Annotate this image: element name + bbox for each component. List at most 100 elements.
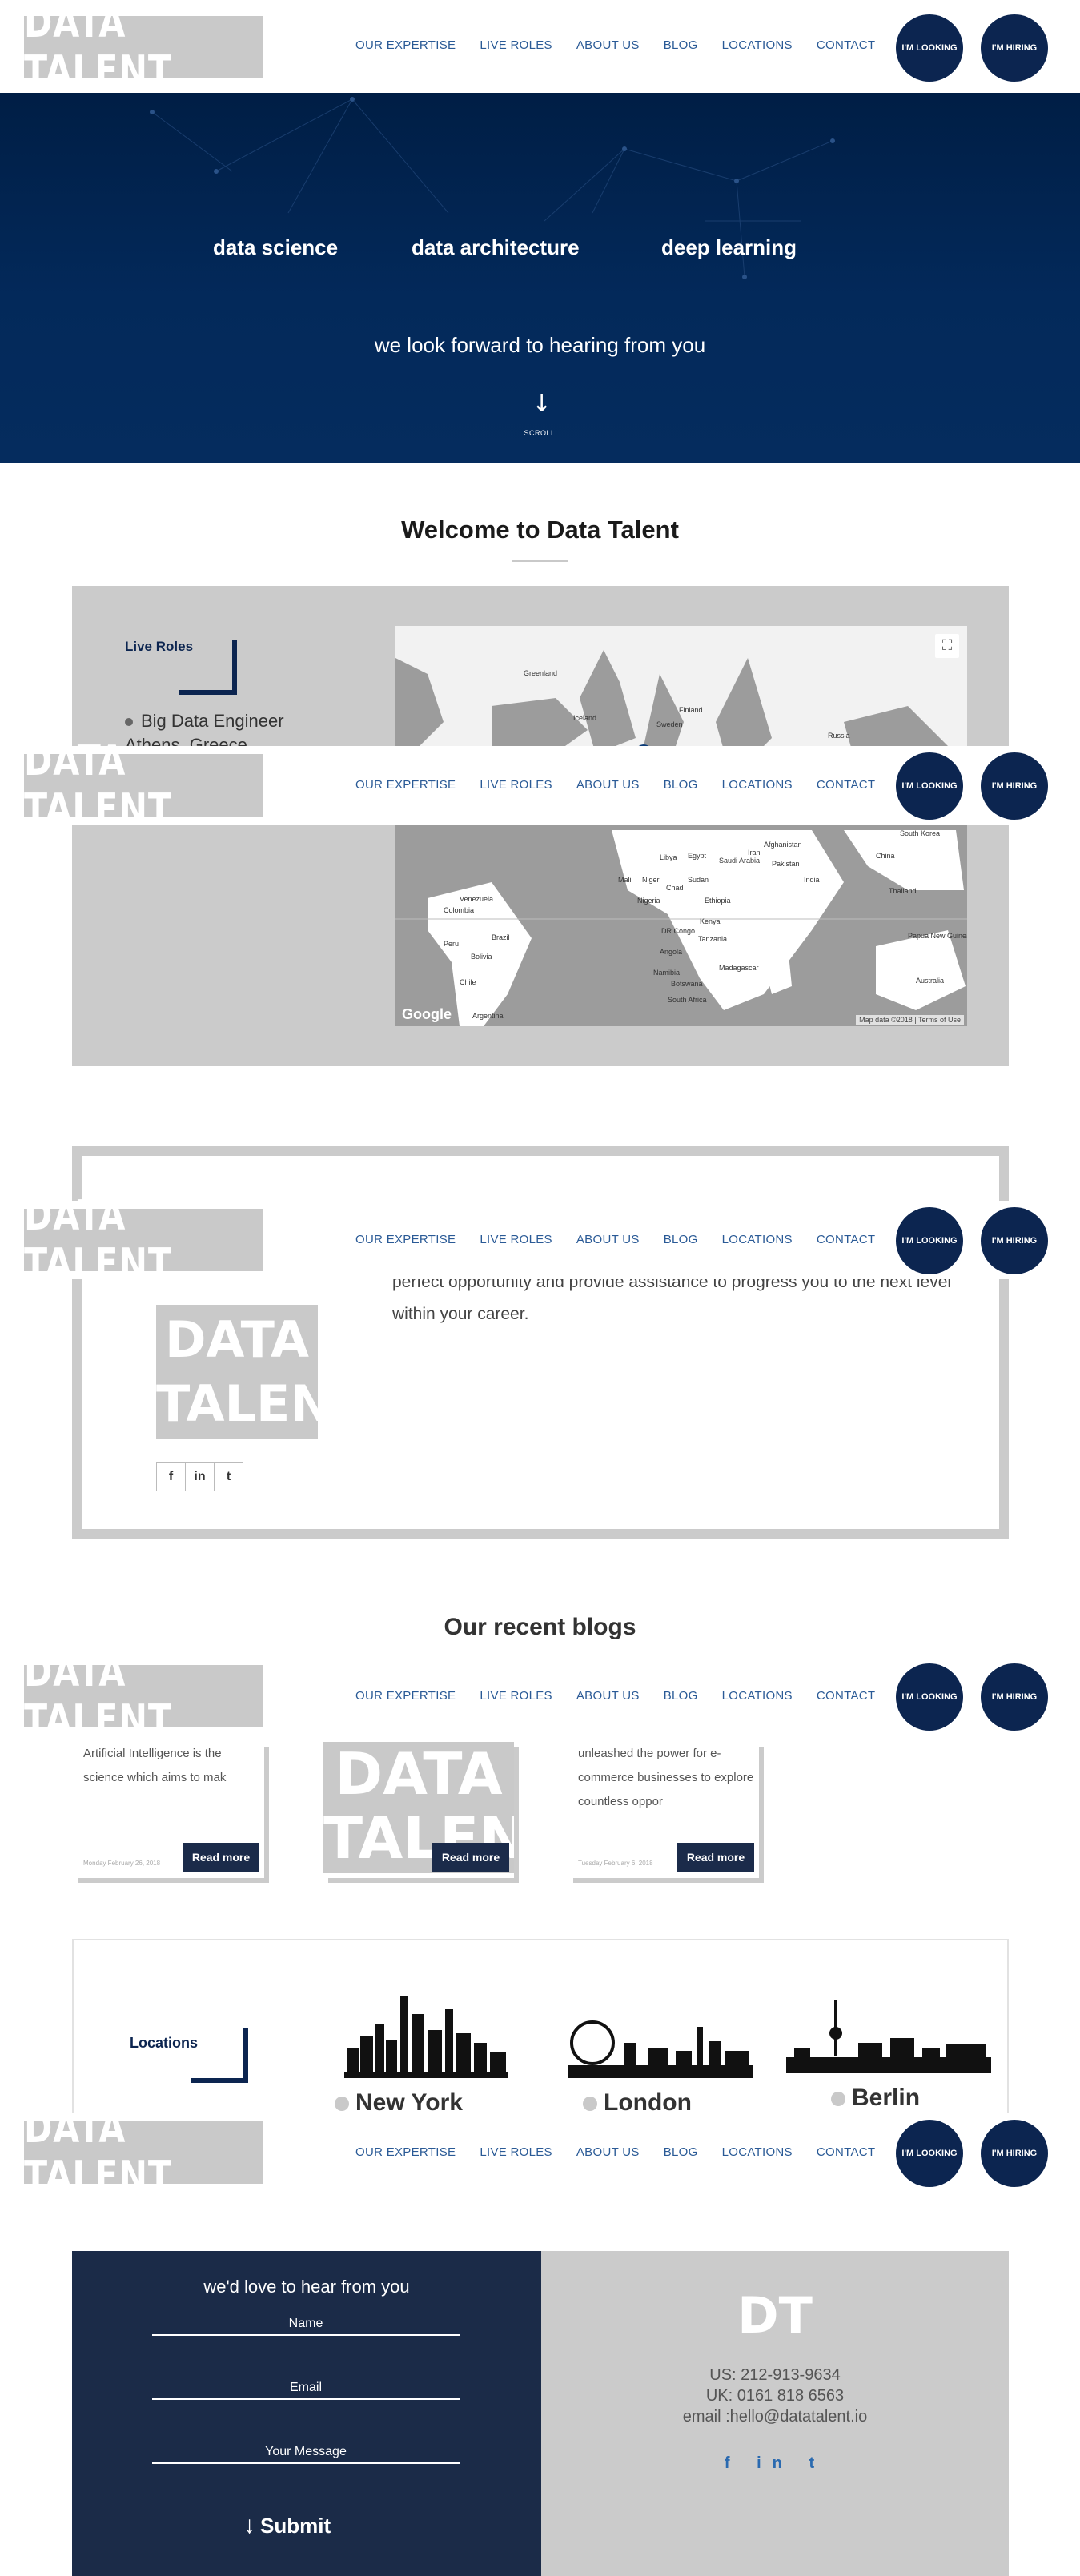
im-hiring-button[interactable]: I'M HIRING (981, 14, 1048, 82)
email-field[interactable]: Email (152, 2381, 460, 2400)
nav-contact[interactable]: CONTACT (817, 778, 875, 792)
nav-contact[interactable]: CONTACT (817, 38, 875, 52)
logo[interactable]: DATA TALENT (24, 1648, 263, 1744)
blog-date: Tuesday February 6, 2018 (578, 1860, 653, 1867)
nav-about-us[interactable]: ABOUT US (576, 778, 640, 792)
svg-text:Sweden: Sweden (656, 720, 683, 728)
blog-date: Monday February 26, 2018 (83, 1860, 161, 1867)
submit-button[interactable]: ↓ Submit (243, 2512, 331, 2539)
im-looking-button[interactable]: I'M LOOKING (896, 14, 963, 82)
svg-text:Kenya: Kenya (700, 917, 721, 925)
map-attribution[interactable]: Map data ©2018 | Terms of Use (856, 1015, 964, 1025)
nav-contact[interactable]: CONTACT (817, 2145, 875, 2159)
city-name: New York (355, 2089, 463, 2116)
nav-contact[interactable]: CONTACT (817, 1233, 875, 1246)
topic-data-architecture: data architecture (412, 235, 580, 259)
nav-locations[interactable]: LOCATIONS (722, 38, 793, 52)
us-phone[interactable]: US: 212-913-9634 (541, 2366, 1009, 2385)
svg-text:Namibia: Namibia (653, 969, 680, 977)
nav-our-expertise[interactable]: OUR EXPERTISE (355, 1233, 456, 1246)
svg-text:India: India (804, 876, 820, 884)
logo[interactable]: DATA TALENT (24, 2105, 263, 2201)
nav-locations[interactable]: LOCATIONS (722, 2145, 793, 2159)
nav-about-us[interactable]: ABOUT US (576, 1689, 640, 1703)
roles-map[interactable]: Greenland Iceland Sweden Finland Russia … (395, 626, 967, 1026)
nav-blog[interactable]: BLOG (664, 1233, 698, 1246)
twitter-icon[interactable]: t (214, 1462, 243, 1491)
read-more-button[interactable]: Read more (677, 1843, 754, 1872)
logo-line-2: TALENT (156, 1374, 366, 1433)
nav-our-expertise[interactable]: OUR EXPERTISE (355, 2145, 456, 2159)
im-looking-button[interactable]: I'M LOOKING (896, 1663, 963, 1731)
logo[interactable]: DATA TALENT (24, 0, 263, 95)
read-more-button[interactable]: Read more (432, 1843, 509, 1872)
nav-about-us[interactable]: ABOUT US (576, 38, 640, 52)
svg-text:Saudi Arabia: Saudi Arabia (719, 857, 760, 865)
twitter-icon[interactable]: t (809, 2454, 825, 2472)
nav-our-expertise[interactable]: OUR EXPERTISE (355, 38, 456, 52)
facebook-icon[interactable]: f (156, 1462, 186, 1491)
logo[interactable]: DATA TALENT (24, 1192, 263, 1288)
main-nav: OUR EXPERTISE LIVE ROLES ABOUT US BLOG L… (355, 778, 899, 792)
city-berlin[interactable]: Berlin (831, 2084, 920, 2112)
nav-blog[interactable]: BLOG (664, 778, 698, 792)
blog-card[interactable]: Artificial Intelligence is the science w… (74, 1742, 264, 1878)
nav-blog[interactable]: BLOG (664, 1689, 698, 1703)
blog-card[interactable]: DATA TALENT Read more (323, 1742, 514, 1878)
scroll-indicator[interactable]: ↓ SCROLL (524, 392, 555, 438)
city-london[interactable]: London (583, 2089, 692, 2117)
nav-about-us[interactable]: ABOUT US (576, 1233, 640, 1246)
nav-blog[interactable]: BLOG (664, 2145, 698, 2159)
contact-email[interactable]: email :hello@datatalent.io (541, 2408, 1009, 2426)
svg-text:Iran: Iran (748, 849, 761, 857)
nav-about-us[interactable]: ABOUT US (576, 2145, 640, 2159)
bullet-icon (583, 2097, 597, 2112)
svg-text:Egypt: Egypt (688, 852, 707, 860)
name-field[interactable]: Name (152, 2317, 460, 2336)
nav-locations[interactable]: LOCATIONS (722, 1233, 793, 1246)
nav-our-expertise[interactable]: OUR EXPERTISE (355, 778, 456, 792)
hero: data science data architecture deep lear… (0, 93, 1080, 463)
svg-text:Botswana: Botswana (671, 980, 703, 988)
sticky-header: DATA TALENT OUR EXPERTISE LIVE ROLES ABO… (0, 737, 1080, 833)
welcome-title: Welcome to Data Talent (401, 516, 679, 544)
fullscreen-icon[interactable]: ⛶ (935, 634, 959, 658)
uk-phone[interactable]: UK: 0161 818 6563 (541, 2387, 1009, 2405)
svg-text:Bolivia: Bolivia (471, 953, 492, 961)
nav-live-roles[interactable]: LIVE ROLES (480, 778, 552, 792)
city-new-york[interactable]: New York (335, 2089, 463, 2117)
svg-text:Sudan: Sudan (688, 876, 709, 884)
role-title: Big Data Engineer (141, 711, 284, 731)
nav-locations[interactable]: LOCATIONS (722, 1689, 793, 1703)
nav-live-roles[interactable]: LIVE ROLES (480, 1233, 552, 1246)
svg-text:Peru: Peru (444, 940, 459, 948)
berlin-skyline-icon (786, 2000, 991, 2073)
blog-card[interactable]: unleashed the power for e-commerce busin… (568, 1742, 759, 1878)
nav-locations[interactable]: LOCATIONS (722, 778, 793, 792)
svg-text:Papua New Guinea: Papua New Guinea (908, 932, 967, 940)
nav-live-roles[interactable]: LIVE ROLES (480, 38, 552, 52)
im-hiring-button[interactable]: I'M HIRING (981, 752, 1048, 820)
message-field[interactable]: Your Message (152, 2445, 460, 2464)
logo[interactable]: DATA TALENT (24, 737, 263, 833)
linkedin-icon[interactable]: in (185, 1462, 215, 1491)
im-looking-button[interactable]: I'M LOOKING (896, 1207, 963, 1274)
nav-live-roles[interactable]: LIVE ROLES (480, 2145, 552, 2159)
read-more-button[interactable]: Read more (183, 1843, 259, 1872)
svg-text:Tanzania: Tanzania (698, 935, 727, 943)
nav-live-roles[interactable]: LIVE ROLES (480, 1689, 552, 1703)
linkedin-icon[interactable]: in (757, 2454, 793, 2472)
im-hiring-button[interactable]: I'M HIRING (981, 1207, 1048, 1274)
role-item[interactable]: Big Data Engineer (125, 711, 284, 732)
nav-contact[interactable]: CONTACT (817, 1689, 875, 1703)
facebook-icon[interactable]: f (725, 2454, 741, 2472)
im-looking-button[interactable]: I'M LOOKING (896, 2120, 963, 2187)
blog-excerpt: Artificial Intelligence is the science w… (83, 1747, 227, 1784)
contact-info: DT US: 212-913-9634 UK: 0161 818 6563 em… (541, 2251, 1009, 2576)
im-hiring-button[interactable]: I'M HIRING (981, 2120, 1048, 2187)
svg-text:Chile: Chile (460, 978, 476, 986)
nav-our-expertise[interactable]: OUR EXPERTISE (355, 1689, 456, 1703)
im-looking-button[interactable]: I'M LOOKING (896, 752, 963, 820)
im-hiring-button[interactable]: I'M HIRING (981, 1663, 1048, 1731)
nav-blog[interactable]: BLOG (664, 38, 698, 52)
